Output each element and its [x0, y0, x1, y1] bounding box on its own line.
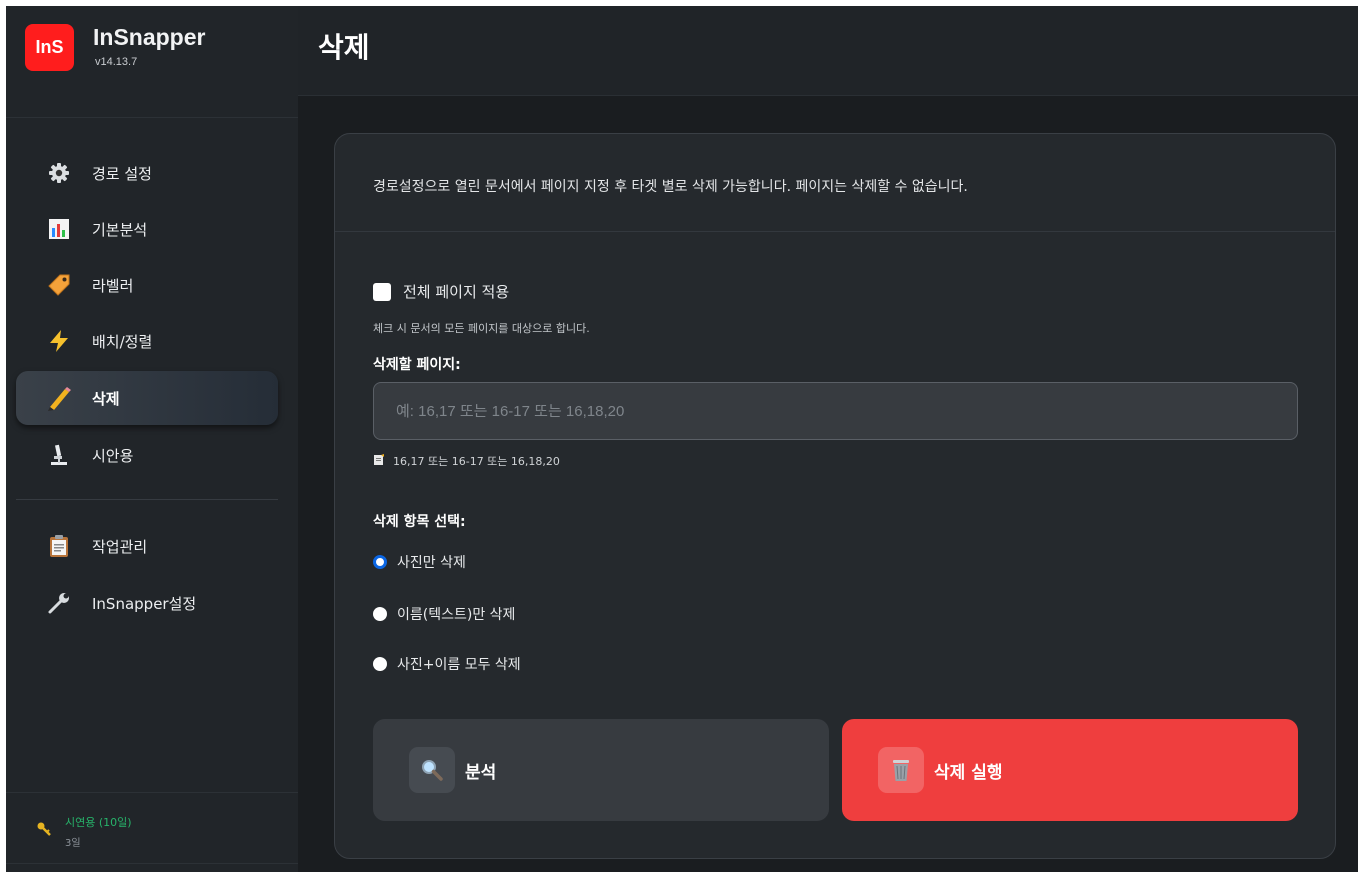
- app-window: InS InSnapper v14.13.7 경로 설정 기본분석 라벨러 배치…: [6, 6, 1358, 872]
- main-content: 삭제 경로설정으로 열린 문서에서 페이지 지정 후 타겟 별로 삭제 가능합니…: [298, 6, 1358, 872]
- execute-delete-button-label: 삭제 실행: [934, 762, 1003, 783]
- page-title: 삭제: [318, 31, 370, 64]
- execute-delete-button[interactable]: 삭제 실행: [842, 719, 1298, 821]
- sidebar-item-label: InSnapper설정: [92, 594, 197, 613]
- card-divider: [335, 231, 1335, 232]
- bar-chart-icon: [44, 219, 74, 239]
- page-header: 삭제: [298, 6, 1358, 96]
- lightning-icon: [44, 329, 74, 353]
- analyze-button-label: 분석: [465, 762, 497, 783]
- key-icon: [36, 821, 52, 841]
- sidebar-item-layout-sort[interactable]: 배치/정렬: [16, 314, 278, 368]
- sidebar-item-path-settings[interactable]: 경로 설정: [16, 146, 278, 200]
- radio-name-only[interactable]: 이름(텍스트)만 삭제: [373, 604, 515, 624]
- trash-icon: [878, 747, 924, 793]
- trial-title: 시연용 (10일): [65, 816, 132, 829]
- pages-hint-text: 16,17 또는 16-17 또는 16,18,20: [393, 455, 560, 468]
- sidebar-item-label: 삭제: [92, 389, 120, 408]
- radio-photo-only[interactable]: 사진만 삭제: [373, 552, 466, 572]
- radio-label: 이름(텍스트)만 삭제: [397, 607, 516, 623]
- radio-button[interactable]: [373, 555, 387, 569]
- radio-photo-and-name[interactable]: 사진+이름 모두 삭제: [373, 654, 521, 674]
- memo-icon: [373, 453, 385, 469]
- sidebar-item-label: 라벨러: [92, 276, 134, 295]
- analyze-button[interactable]: 분석: [373, 719, 829, 821]
- sidebar-item-label: 작업관리: [92, 537, 148, 556]
- pencil-icon: [44, 385, 74, 411]
- sidebar-divider: [16, 499, 278, 500]
- sidebar-item-draft[interactable]: 시안용: [16, 428, 278, 482]
- app-logo: InS: [25, 24, 74, 71]
- pages-hint: 16,17 또는 16-17 또는 16,18,20: [373, 453, 560, 469]
- radio-label: 사진만 삭제: [397, 555, 466, 571]
- sidebar-item-label: 기본분석: [92, 220, 148, 239]
- checkbox-label: 전체 페이지 적용: [403, 283, 510, 301]
- page-description: 경로설정으로 열린 문서에서 페이지 지정 후 타겟 별로 삭제 가능합니다. …: [373, 179, 968, 195]
- sidebar-item-labeler[interactable]: 라벨러: [16, 258, 278, 312]
- brand-header: InS InSnapper v14.13.7: [6, 6, 298, 118]
- gear-icon: [44, 162, 74, 184]
- sidebar-item-insnapper-settings[interactable]: InSnapper설정: [16, 576, 278, 630]
- magnifier-icon: [409, 747, 455, 793]
- microscope-icon: [44, 444, 74, 466]
- app-version: v14.13.7: [95, 56, 138, 68]
- app-name: InSnapper: [93, 24, 206, 50]
- sidebar-item-delete[interactable]: 삭제: [16, 371, 278, 425]
- sidebar-item-label: 시안용: [92, 446, 134, 465]
- sidebar-item-job-management[interactable]: 작업관리: [16, 519, 278, 573]
- apply-all-help: 체크 시 문서의 모든 페이지를 대상으로 합니다.: [373, 322, 590, 335]
- wrench-icon: [44, 591, 74, 615]
- sidebar-item-label: 배치/정렬: [92, 332, 153, 351]
- apply-all-pages-checkbox[interactable]: 전체 페이지 적용: [373, 281, 509, 302]
- trial-remaining: 3일: [65, 838, 81, 849]
- checkbox-box[interactable]: [373, 282, 391, 301]
- delete-card: 경로설정으로 열린 문서에서 페이지 지정 후 타겟 별로 삭제 가능합니다. …: [334, 133, 1336, 859]
- clipboard-icon: [44, 534, 74, 558]
- sidebar-item-label: 경로 설정: [92, 164, 152, 183]
- trial-status: 시연용 (10일) 3일: [6, 792, 298, 864]
- radio-button[interactable]: [373, 607, 387, 621]
- radio-label: 사진+이름 모두 삭제: [397, 657, 521, 673]
- pages-field-label: 삭제할 페이지:: [373, 357, 461, 373]
- sidebar: InS InSnapper v14.13.7 경로 설정 기본분석 라벨러 배치…: [6, 6, 298, 872]
- tag-icon: [44, 273, 74, 297]
- pages-input[interactable]: [373, 382, 1298, 440]
- radio-button[interactable]: [373, 657, 387, 671]
- delete-target-title: 삭제 항목 선택:: [373, 514, 466, 530]
- sidebar-item-basic-analysis[interactable]: 기본분석: [16, 202, 278, 256]
